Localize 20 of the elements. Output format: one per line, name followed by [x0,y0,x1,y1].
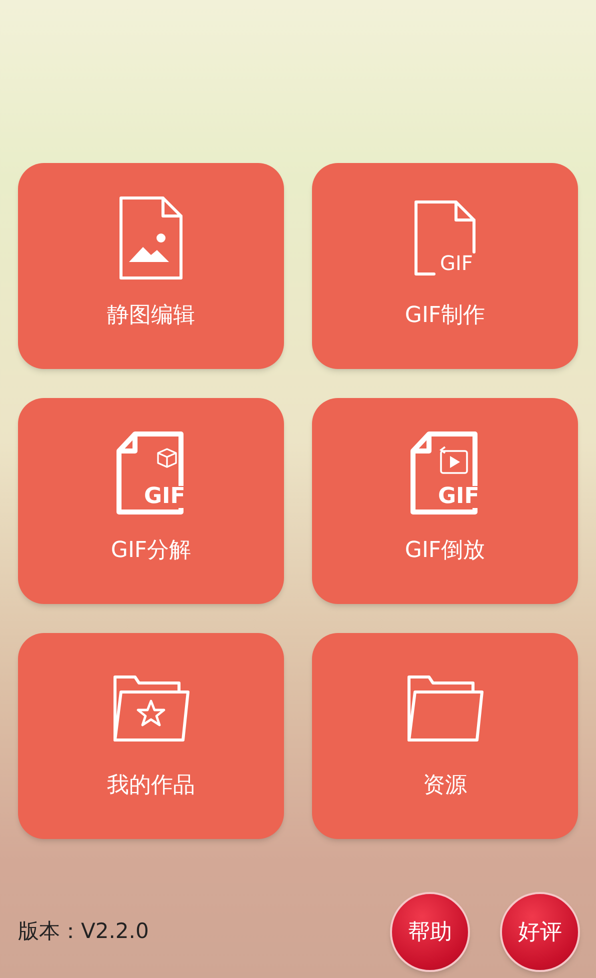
round-button[interactable]: 帮助 [390,892,470,972]
menu-tile[interactable]: GIF GIF制作 [312,163,578,369]
gif-label: GIF [440,253,473,273]
folder-icon [405,673,485,743]
menu-tile[interactable]: 资源 [312,633,578,839]
tile-label: GIF分解 [110,540,192,562]
tile-label: 我的作品 [107,775,195,797]
menu-tile[interactable]: 静图编辑 [18,163,284,369]
tile-label: 资源 [423,775,467,797]
tile-label: GIF制作 [404,305,486,327]
tile-label: 静图编辑 [107,305,195,327]
menu-tile[interactable]: 我的作品 [18,633,284,839]
star-folder-icon [111,673,191,743]
menu-tile[interactable]: GIF GIF分解 [18,398,284,604]
file-icon [412,200,478,276]
menu-tile[interactable]: GIF GIF倒放 [312,398,578,604]
round-button[interactable]: 好评 [500,892,580,972]
version-text: 版本：V2.2.0 [18,918,149,946]
tile-label: GIF倒放 [404,540,486,562]
image-file-icon [119,196,183,280]
